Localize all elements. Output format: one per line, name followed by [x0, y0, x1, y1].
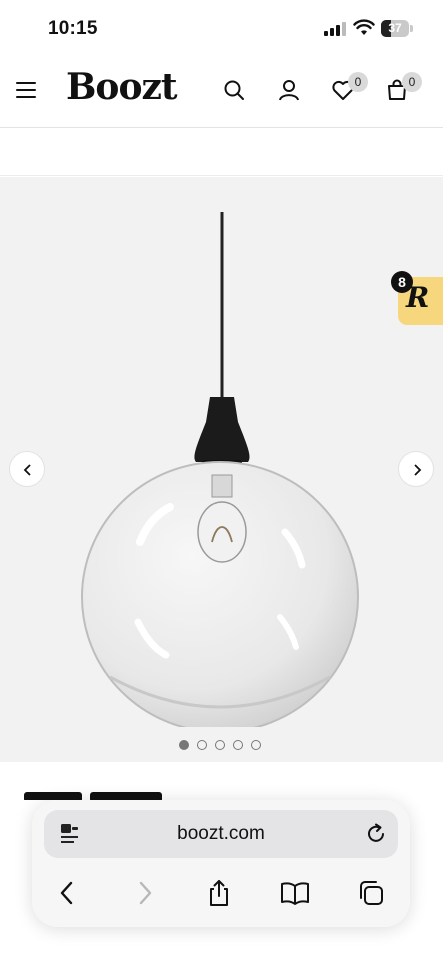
gallery-next-button[interactable]	[398, 451, 434, 487]
pagination-dot[interactable]	[215, 740, 225, 750]
gallery-pagination	[179, 740, 269, 752]
wifi-icon	[353, 19, 375, 37]
signal-icon	[324, 22, 346, 36]
status-time: 10:15	[48, 18, 98, 39]
gallery-prev-button[interactable]	[9, 451, 45, 487]
pagination-dot[interactable]	[233, 740, 243, 750]
menu-icon[interactable]	[16, 82, 38, 100]
address-bar[interactable]: boozt.com	[44, 810, 398, 858]
brand-logo[interactable]: Boozt	[66, 66, 178, 108]
reload-icon[interactable]	[364, 822, 388, 846]
wishlist-button[interactable]: 0	[331, 72, 368, 106]
pagination-dot[interactable]	[251, 740, 261, 750]
browser-toolbar: boozt.com	[32, 800, 410, 927]
rewards-count-badge: 8	[391, 271, 413, 293]
tabs-icon[interactable]	[356, 878, 386, 908]
browser-nav-toolbar	[32, 870, 410, 916]
share-icon[interactable]	[204, 878, 234, 908]
cart-count-badge: 0	[402, 72, 422, 92]
chevron-right-icon	[414, 464, 422, 476]
pagination-dot[interactable]	[197, 740, 207, 750]
header-spacer	[0, 129, 443, 176]
battery-icon: 37	[381, 20, 413, 37]
product-gallery[interactable]: R 8	[0, 177, 443, 762]
site-header: Boozt 0 0	[0, 58, 443, 128]
cart-button[interactable]: 0	[385, 72, 422, 106]
product-page: 10:15 37 Boozt 0 0 R 8 boozt.com	[0, 0, 443, 960]
chevron-left-icon	[23, 464, 31, 476]
wishlist-count-badge: 0	[348, 72, 368, 92]
battery-level: 37	[388, 21, 402, 35]
product-title-partial	[24, 786, 244, 800]
product-image	[81, 212, 359, 727]
status-bar: 10:15 37	[0, 0, 443, 58]
bookmarks-icon[interactable]	[280, 878, 310, 908]
forward-icon[interactable]	[130, 878, 160, 908]
url-text: boozt.com	[177, 823, 265, 844]
search-icon[interactable]	[222, 78, 250, 106]
back-icon[interactable]	[52, 878, 82, 908]
pagination-dot[interactable]	[179, 740, 189, 750]
account-icon[interactable]	[277, 78, 305, 106]
